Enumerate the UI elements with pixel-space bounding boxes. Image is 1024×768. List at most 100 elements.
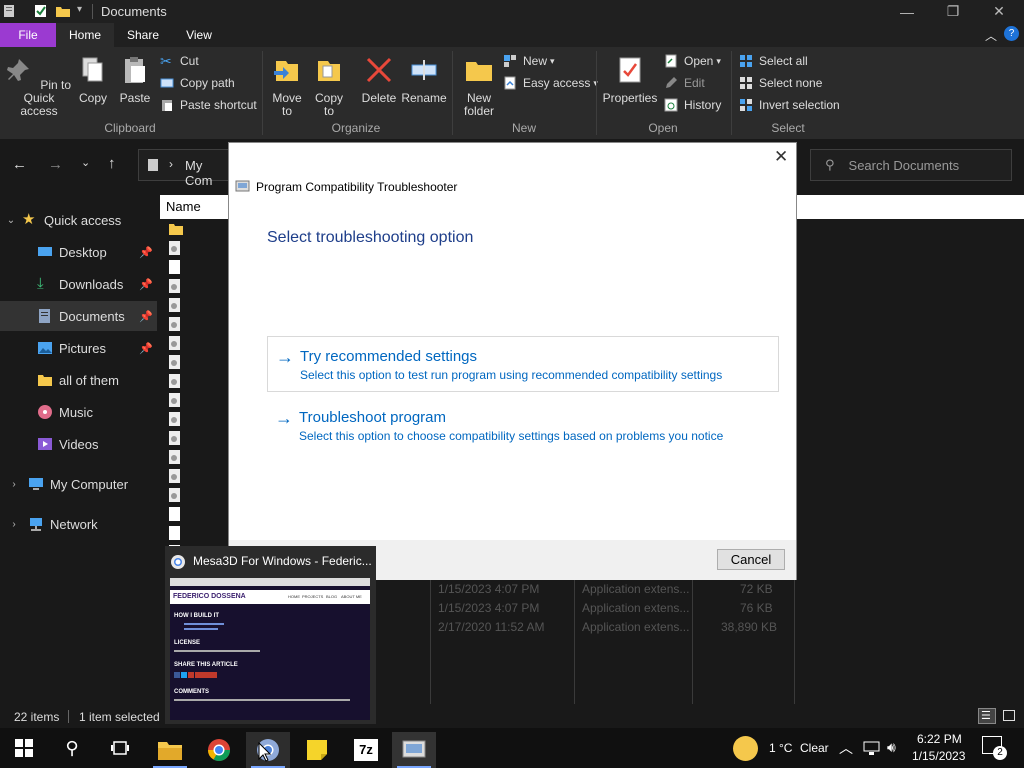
- edit-button[interactable]: Edit: [664, 73, 705, 93]
- forward-arrow-icon[interactable]: →: [48, 156, 63, 173]
- nav-item-music[interactable]: Music: [0, 397, 157, 427]
- file-row[interactable]: [168, 504, 228, 523]
- network-tray-icon[interactable]: [863, 741, 880, 756]
- move-to-button[interactable]: Move to: [270, 55, 304, 118]
- search-icon: ⚲: [825, 157, 835, 172]
- volume-icon[interactable]: 🔊︎: [887, 739, 896, 756]
- clock-time[interactable]: 6:22 PM: [917, 732, 962, 746]
- nav-item-desktop[interactable]: Desktop 📌: [0, 237, 157, 267]
- group-select: Select: [771, 121, 805, 135]
- file-row[interactable]: [168, 371, 228, 390]
- preview-header: FEDERICO DOSSENA HOME PROJECTS BLOG ABOU…: [170, 590, 370, 604]
- help-icon[interactable]: ?: [1004, 26, 1019, 41]
- file-row[interactable]: [168, 466, 228, 485]
- maximize-button[interactable]: ❐: [930, 0, 976, 23]
- taskbar-sticky-notes[interactable]: [295, 732, 339, 768]
- file-row[interactable]: [168, 257, 228, 276]
- taskbar-chrome[interactable]: [197, 732, 241, 768]
- copy-path-icon: [160, 78, 174, 88]
- nav-item-videos[interactable]: Videos: [0, 429, 157, 459]
- recent-locations-chevron-icon[interactable]: ⌄: [81, 156, 90, 169]
- file-row[interactable]: [168, 314, 228, 333]
- copy-to-icon: [318, 61, 340, 81]
- nav-item-documents[interactable]: Documents 📌: [0, 301, 157, 331]
- tab-file[interactable]: File: [0, 23, 56, 47]
- file-row[interactable]: [168, 428, 228, 447]
- history-button[interactable]: History: [664, 95, 721, 115]
- open-button[interactable]: Open ▾: [664, 51, 721, 71]
- preview-text-line: [184, 623, 224, 625]
- nav-label: Quick access: [44, 212, 122, 228]
- file-row[interactable]: [168, 523, 228, 542]
- file-row[interactable]: [168, 276, 228, 295]
- taskbar-file-explorer[interactable]: [148, 732, 192, 768]
- ribbon-separator: [596, 51, 597, 135]
- dialog-close-icon[interactable]: ✕: [774, 147, 788, 167]
- taskbar-troubleshooter[interactable]: [392, 732, 436, 768]
- start-button[interactable]: [2, 730, 46, 766]
- weather-sun-icon[interactable]: [733, 736, 758, 761]
- select-none-button[interactable]: Select none: [739, 73, 822, 93]
- new-folder-button[interactable]: New folder: [458, 55, 500, 118]
- show-hidden-icons-chevron-icon[interactable]: ︿: [839, 738, 853, 758]
- file-row[interactable]: [168, 447, 228, 466]
- taskbar-7zip[interactable]: 7z: [344, 732, 388, 768]
- file-row[interactable]: [168, 485, 228, 504]
- option-troubleshoot-program[interactable]: → Troubleshoot program Select this optio…: [267, 398, 779, 454]
- delete-button[interactable]: Delete: [360, 55, 398, 105]
- nav-item-my-computer[interactable]: › My Computer: [0, 469, 157, 499]
- large-icons-view-button[interactable]: [1000, 708, 1018, 724]
- file-row[interactable]: [168, 390, 228, 409]
- address-field[interactable]: › My Com: [138, 149, 230, 188]
- collapse-ribbon-icon[interactable]: ︿: [985, 27, 997, 44]
- nav-item-quick-access[interactable]: ⌄ ★ Quick access: [0, 205, 157, 235]
- clock-date[interactable]: 1/15/2023: [912, 749, 965, 763]
- option-try-recommended-settings[interactable]: → Try recommended settings Select this o…: [267, 336, 779, 392]
- copy-path-button[interactable]: Copy path: [160, 73, 235, 93]
- file-row[interactable]: [168, 295, 228, 314]
- file-row[interactable]: [168, 333, 228, 352]
- preview-nav-link: BLOG: [326, 594, 338, 599]
- new-item-button[interactable]: New ▾: [503, 51, 555, 71]
- file-row[interactable]: [168, 219, 228, 238]
- minimize-button[interactable]: —: [884, 0, 930, 23]
- nav-item-pictures[interactable]: Pictures 📌: [0, 333, 157, 363]
- select-all-button[interactable]: Select all: [739, 51, 808, 71]
- file-row[interactable]: [168, 409, 228, 428]
- search-input[interactable]: ⚲ Search Documents: [810, 149, 1012, 181]
- rename-button[interactable]: Rename: [401, 55, 447, 105]
- file-row[interactable]: [168, 352, 228, 371]
- expanded-chevron-icon: ⌄: [6, 214, 16, 226]
- copy-to-button[interactable]: Copy to: [312, 55, 346, 118]
- cancel-button[interactable]: Cancel: [717, 549, 785, 570]
- paste-button[interactable]: Paste: [118, 55, 152, 105]
- task-view-button[interactable]: [98, 730, 142, 766]
- file-row[interactable]: [168, 238, 228, 257]
- qa-dropdown-icon[interactable]: ▾: [77, 4, 82, 15]
- details-view-button[interactable]: ☰: [978, 708, 996, 724]
- copy-button[interactable]: Copy: [76, 55, 110, 105]
- properties-label: Properties: [602, 91, 658, 105]
- taskbar-thumbnail-preview[interactable]: Mesa3D For Windows - Federic... FEDERICO…: [165, 546, 376, 724]
- cut-button[interactable]: ✂ Cut: [160, 51, 199, 71]
- properties-button[interactable]: Properties: [602, 55, 658, 105]
- window-title: Documents: [101, 4, 167, 19]
- tab-home[interactable]: Home: [56, 23, 114, 47]
- paste-shortcut-button[interactable]: Paste shortcut: [160, 95, 257, 115]
- invert-selection-button[interactable]: Invert selection: [739, 95, 840, 115]
- pin-quick-access-button[interactable]: Pin to Quick access: [4, 55, 74, 118]
- tab-share[interactable]: Share: [116, 23, 170, 47]
- easy-access-button[interactable]: Easy access▾: [503, 73, 598, 93]
- weather-condition[interactable]: Clear: [800, 741, 829, 755]
- up-arrow-icon[interactable]: ↑: [108, 155, 116, 172]
- weather-temperature[interactable]: 1 °C: [769, 741, 792, 755]
- taskbar-search-button[interactable]: ⚲: [50, 730, 94, 766]
- nav-item-downloads[interactable]: ⤓ Downloads 📌: [0, 269, 157, 299]
- new-folder-qa-icon[interactable]: [55, 4, 71, 18]
- close-window-button[interactable]: ✕: [976, 0, 1022, 23]
- back-arrow-icon[interactable]: ←: [12, 156, 27, 173]
- nav-item-all-of-them[interactable]: all of them: [0, 365, 157, 395]
- tab-view[interactable]: View: [172, 23, 226, 47]
- properties-qa-icon[interactable]: [34, 4, 48, 18]
- nav-item-network[interactable]: › Network: [0, 509, 157, 539]
